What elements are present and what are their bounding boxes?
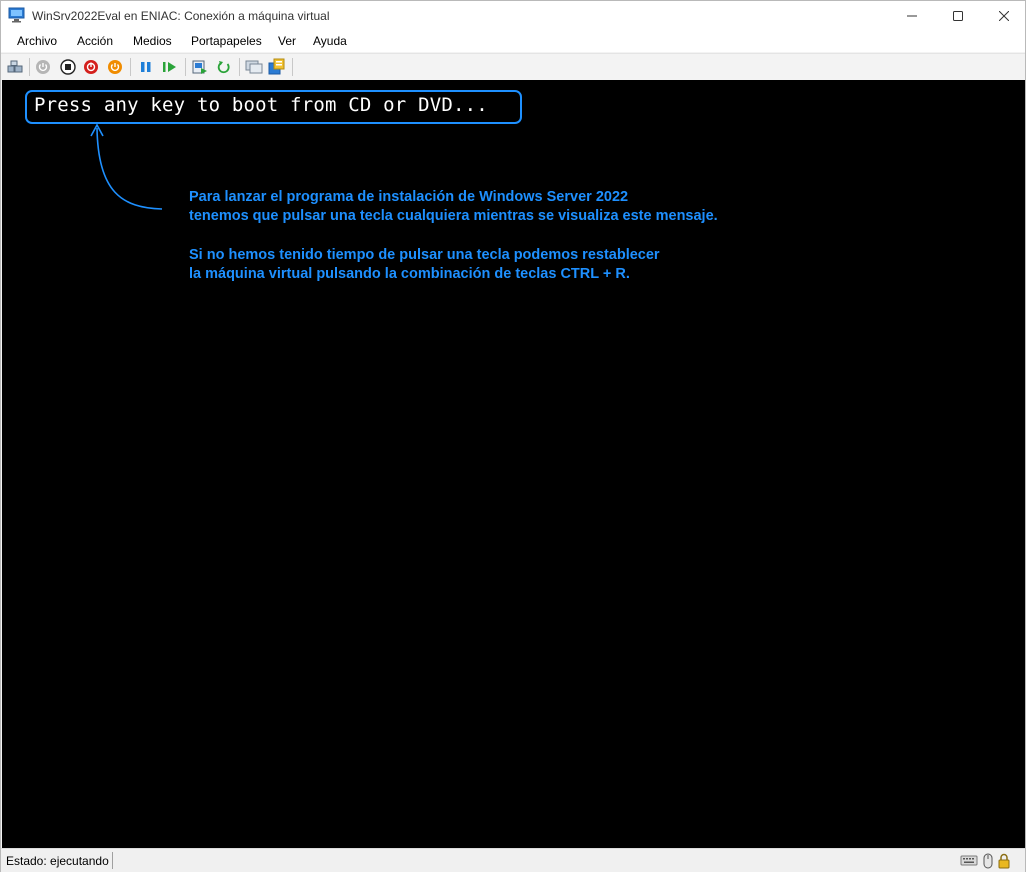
annotation-line-4: la máquina virtual pulsando la combinaci… <box>189 266 630 282</box>
close-button[interactable] <box>981 1 1026 31</box>
annotation-line-2: tenemos que pulsar una tecla cualquiera … <box>189 208 718 224</box>
toolbar <box>1 53 1025 79</box>
share-icon <box>268 58 285 75</box>
turn-off-icon <box>60 59 76 75</box>
status-bar: Estado: ejecutando <box>1 848 1025 872</box>
annotation-line-1: Para lanzar el programa de instalación d… <box>189 189 629 205</box>
minimize-button[interactable] <box>889 1 935 31</box>
pause-button[interactable] <box>137 58 155 76</box>
menu-medios[interactable]: Medios <box>133 34 172 48</box>
save-icon <box>108 60 122 74</box>
menu-archivo[interactable]: Archivo <box>17 34 57 48</box>
mouse-icon <box>982 853 994 872</box>
checkpoint-button[interactable] <box>191 58 209 76</box>
revert-icon <box>217 61 230 74</box>
close-icon <box>999 11 1009 21</box>
maximize-button[interactable] <box>935 1 981 31</box>
enhanced-session-button[interactable] <box>245 58 263 76</box>
shut-down-icon <box>84 60 98 74</box>
toolbar-separator <box>292 58 293 76</box>
annotation-line-3: Si no hemos tenido tiempo de pulsar una … <box>189 247 660 263</box>
vm-connection-app-icon <box>8 7 25 23</box>
minimize-icon <box>907 15 917 17</box>
annotation-arrow-icon <box>90 123 163 210</box>
toolbar-separator <box>130 58 131 76</box>
save-button[interactable] <box>106 58 124 76</box>
enhanced-session-icon <box>245 60 263 74</box>
resume-icon <box>163 62 176 72</box>
toolbar-separator <box>239 58 240 76</box>
share-button[interactable] <box>268 58 286 76</box>
shut-down-button[interactable] <box>82 58 100 76</box>
vm-display[interactable]: Press any key to boot from CD or DVD... … <box>2 80 1025 848</box>
turn-off-button[interactable] <box>59 58 77 76</box>
menu-ayuda[interactable]: Ayuda <box>313 34 347 48</box>
ctrl-alt-del-icon <box>7 60 23 73</box>
toolbar-separator <box>29 58 30 76</box>
status-separator <box>112 852 113 869</box>
toolbar-separator <box>185 58 186 76</box>
window-title: WinSrv2022Eval en ENIAC: Conexión a máqu… <box>32 9 330 23</box>
menu-bar: Archivo Acción Medios Portapapeles Ver A… <box>1 31 1025 52</box>
ctrl-alt-del-button[interactable] <box>6 58 24 76</box>
status-text: Estado: ejecutando <box>6 854 109 868</box>
start-icon <box>36 60 50 74</box>
keyboard-icon <box>960 853 978 870</box>
vm-connection-window: WinSrv2022Eval en ENIAC: Conexión a máqu… <box>0 0 1026 872</box>
revert-button[interactable] <box>215 58 233 76</box>
checkpoint-icon <box>192 60 207 74</box>
maximize-icon <box>953 11 963 21</box>
menu-portapapeles[interactable]: Portapapeles <box>191 34 262 48</box>
resume-button[interactable] <box>161 58 179 76</box>
pause-icon <box>141 62 151 72</box>
start-button[interactable] <box>34 58 52 76</box>
lock-icon <box>997 853 1011 872</box>
menu-accion[interactable]: Acción <box>77 34 113 48</box>
menu-ver[interactable]: Ver <box>278 34 296 48</box>
title-bar[interactable]: WinSrv2022Eval en ENIAC: Conexión a máqu… <box>1 1 1025 31</box>
